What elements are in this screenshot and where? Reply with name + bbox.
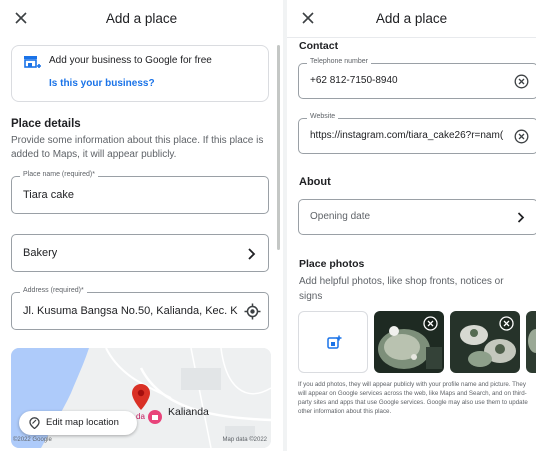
photo-thumbnail[interactable]: [374, 311, 444, 373]
remove-photo-icon[interactable]: [499, 316, 514, 331]
telephone-label: Telephone number: [307, 58, 371, 65]
contact-title: Contact: [299, 40, 339, 52]
opening-date-field[interactable]: Opening date: [298, 199, 536, 235]
website-field[interactable]: Website https://instagram.com/tiara_cake…: [298, 113, 536, 154]
category-value: Bakery: [23, 247, 58, 259]
location-pin-icon: [132, 384, 150, 410]
clear-icon[interactable]: [514, 74, 529, 89]
page-title: Add a place: [375, 11, 448, 26]
map-data-copyright: Map data ©2022: [222, 437, 267, 443]
business-promo-card[interactable]: Add your business to Google for free Is …: [11, 45, 269, 102]
place-name-field[interactable]: Place name (required)* Tiara cake: [11, 171, 269, 214]
store-icon: [24, 56, 41, 68]
place-details-title: Place details: [11, 118, 81, 130]
top-bar: Add a place: [287, 0, 536, 38]
map-copyright-google: ©2022 Google: [13, 437, 52, 443]
place-photos-title: Place photos: [299, 258, 365, 270]
map-place-label: Kalianda: [168, 406, 209, 418]
website-label: Website: [307, 113, 339, 120]
chevron-right-icon: [248, 248, 256, 260]
telephone-field[interactable]: Telephone number +62 812-7150-8940: [298, 58, 536, 99]
category-field[interactable]: Bakery: [11, 234, 269, 272]
website-value: https://instagram.com/tiara_cake26?r=nam…: [310, 130, 504, 141]
top-bar: Add a place: [0, 0, 283, 38]
add-photo-icon: [327, 335, 342, 349]
map-preview[interactable]: da Kalianda Edit map location ©2022 Goog…: [11, 348, 271, 448]
place-name-value: Tiara cake: [23, 189, 74, 201]
opening-date-placeholder: Opening date: [310, 211, 371, 222]
about-title: About: [299, 176, 331, 188]
scrollbar[interactable]: [277, 45, 280, 250]
shopping-marker-icon: [148, 410, 162, 424]
address-label: Address (required)*: [20, 287, 87, 294]
promo-text: Add your business to Google for free: [49, 55, 212, 66]
remove-photo-icon[interactable]: [423, 316, 438, 331]
add-place-form-left: Add a place Add your business to Google …: [0, 0, 283, 451]
address-value: Jl. Kusuma Bangsa No.50, Kalianda, Kec. …: [23, 305, 238, 317]
chevron-right-icon: [517, 212, 525, 223]
photo-thumbnail[interactable]: [450, 311, 520, 373]
photo-image: [526, 311, 536, 373]
telephone-value: +62 812-7150-8940: [310, 75, 398, 86]
edit-map-location-label: Edit map location: [46, 417, 119, 428]
address-field[interactable]: Address (required)* Jl. Kusuma Bangsa No…: [11, 287, 269, 330]
clear-icon[interactable]: [514, 129, 529, 144]
place-name-label: Place name (required)*: [20, 171, 98, 178]
edit-location-icon: [29, 417, 40, 429]
place-photos-description: Add helpful photos, like shop fronts, no…: [299, 276, 504, 302]
photo-disclaimer: If you add photos, they will appear publ…: [298, 381, 528, 415]
add-photo-button[interactable]: [298, 311, 368, 373]
place-details-description: Provide some information about this plac…: [11, 135, 264, 160]
map-partial-label: da: [136, 412, 145, 421]
edit-map-location-button[interactable]: Edit map location: [19, 411, 137, 435]
add-place-form-right: Add a place Contact Telephone number +62…: [287, 0, 536, 451]
page-title: Add a place: [105, 11, 178, 26]
photo-thumbnail[interactable]: [526, 311, 536, 373]
my-location-icon[interactable]: [244, 303, 261, 320]
is-this-your-business-link[interactable]: Is this your business?: [49, 78, 155, 89]
